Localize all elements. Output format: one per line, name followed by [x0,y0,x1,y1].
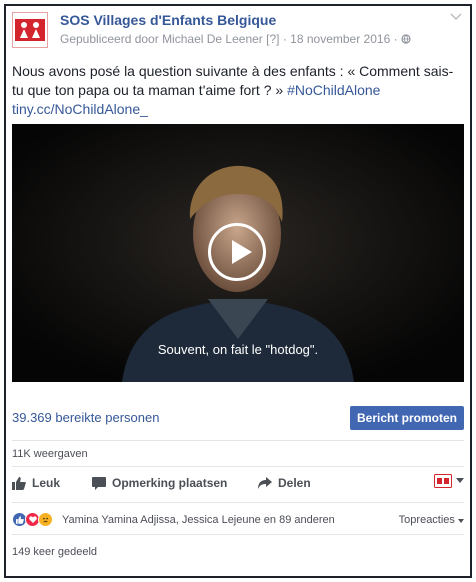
hashtag-link[interactable]: #NoChildAlone [287,82,380,98]
divider [12,466,464,467]
reach-count[interactable]: 39.369 bereikte personen [12,410,159,425]
caret-down-icon [458,519,464,523]
top-reactions-label: Topreacties [398,514,455,526]
play-icon[interactable] [208,223,266,281]
reaction-icons[interactable] [12,512,53,527]
page-name[interactable]: SOS Villages d'Enfants Belgique [60,12,276,28]
share-count[interactable]: 149 keer gedeeld [12,546,97,558]
post-date[interactable]: 18 november 2016 [290,32,390,46]
external-link[interactable]: tiny.cc/NoChildAlone_ [12,101,148,117]
published-by[interactable]: Gepubliceerd door Michael De Leener [60,32,263,46]
share-button[interactable]: Delen [258,476,311,490]
comment-label: Opmerking plaatsen [112,476,228,490]
divider [12,502,464,503]
share-label: Delen [278,476,311,490]
view-count: 11K weergaven [12,448,88,460]
reaction-names[interactable]: Yamina Yamina Adjissa, Jessica Lejeune e… [62,514,335,526]
post-text: Nous avons posé la question suivante à d… [12,62,464,119]
video-subtitle: Souvent, on fait le "hotdog". [157,342,319,357]
page-selector-icon [434,474,452,488]
reactions-row: Yamina Yamina Adjissa, Jessica Lejeune e… [12,512,464,530]
action-bar: Leuk Opmerking plaatsen Delen [12,472,464,496]
meta-separator: · [282,32,287,46]
chevron-down-icon[interactable] [450,10,462,24]
stats-row: 39.369 bereikte personen Bericht promote… [12,406,464,430]
top-reactions-dropdown[interactable]: Topreacties [399,514,464,526]
post-header: SOS Villages d'Enfants Belgique Gepublic… [12,10,462,50]
share-options-menu[interactable] [434,474,464,488]
caret-down-icon [456,478,464,483]
divider [12,440,464,441]
share-arrow-icon [258,477,272,489]
post-meta: Gepubliceerd door Michael De Leener [?] … [60,32,411,46]
promote-button[interactable]: Bericht promoten [350,406,464,430]
comment-button[interactable]: Opmerking plaatsen [92,476,227,490]
like-button[interactable]: Leuk [12,476,60,490]
like-label: Leuk [32,476,61,490]
sad-reaction-icon [38,512,53,527]
comment-icon [92,476,106,490]
video-player[interactable]: Souvent, on fait le "hotdog". [12,124,464,382]
page-logo[interactable] [12,12,48,48]
post-body: Nous avons posé la question suivante à d… [12,63,454,98]
meta-separator: · [393,32,398,46]
globe-icon [401,32,411,46]
divider [12,534,464,535]
thumbs-up-icon [12,476,26,490]
help-marker[interactable]: [?] [266,32,279,46]
sos-logo-icon [15,19,45,41]
